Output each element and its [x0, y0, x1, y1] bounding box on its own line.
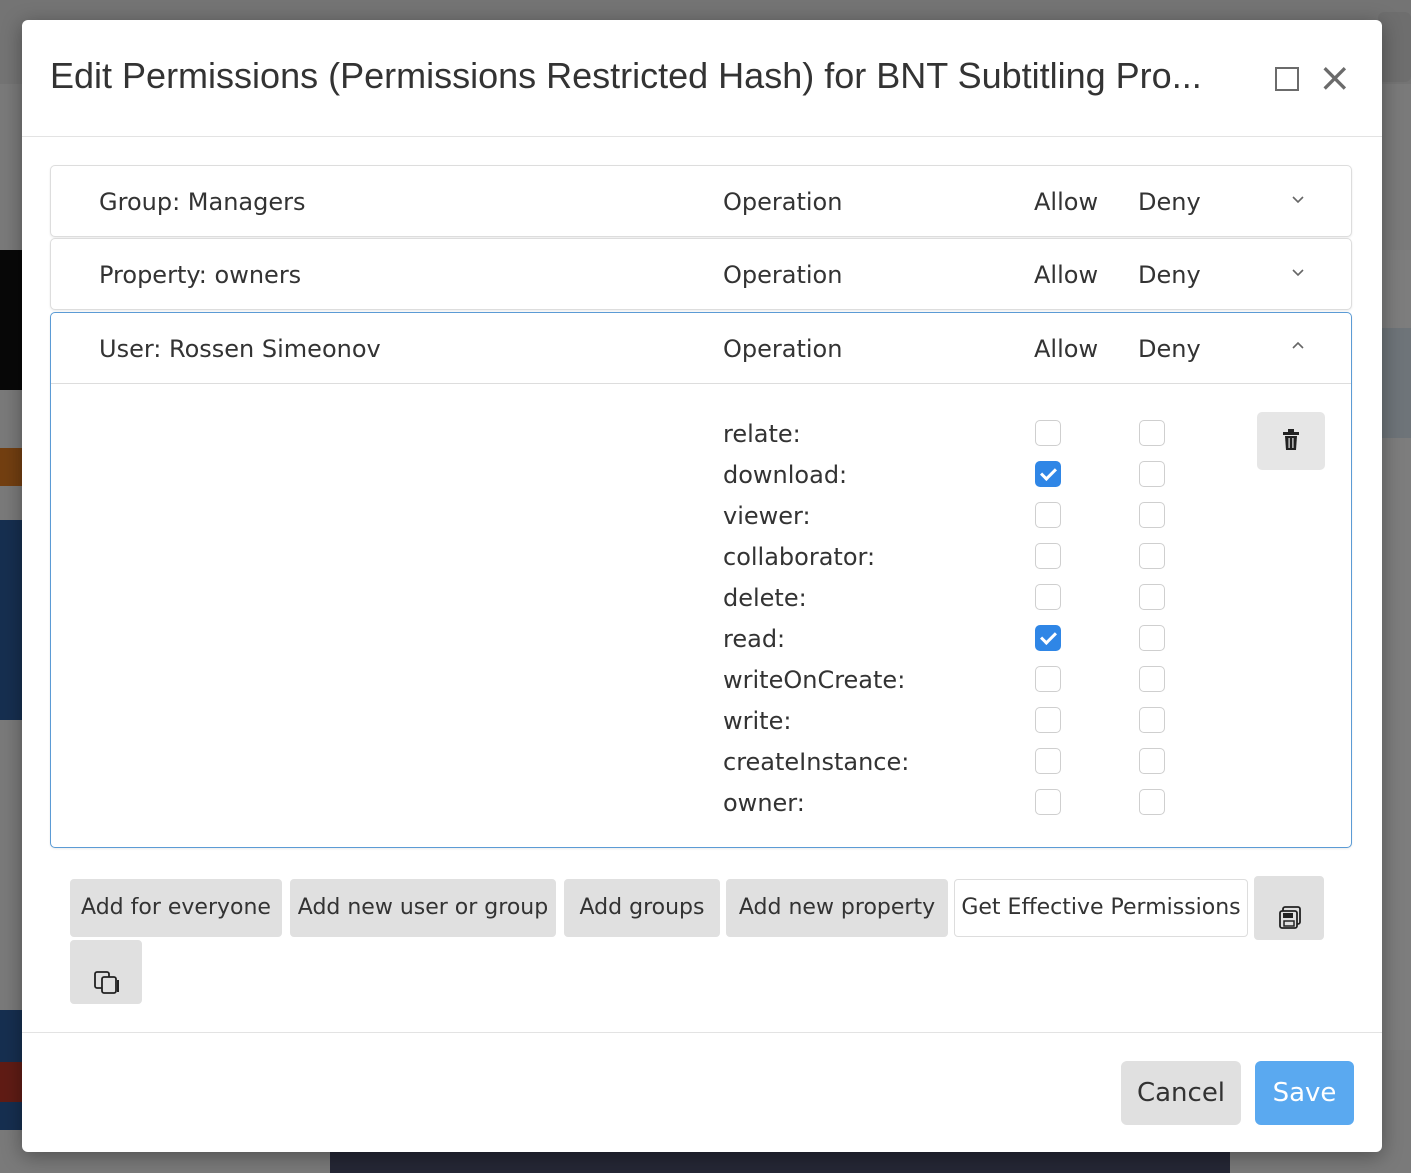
footer-divider: [22, 1032, 1382, 1033]
chevron-up-icon[interactable]: [1287, 335, 1309, 357]
add-groups-button[interactable]: Add groups: [564, 879, 720, 937]
chevron-down-icon[interactable]: [1287, 188, 1309, 210]
operation-header: Operation: [723, 188, 843, 216]
permission-row: viewer:: [51, 502, 1351, 543]
get-effective-permissions-button[interactable]: Get Effective Permissions: [954, 879, 1248, 937]
deny-checkbox[interactable]: [1139, 502, 1165, 528]
panel-header[interactable]: Property: owners Operation Allow Deny: [51, 239, 1351, 309]
deny-checkbox[interactable]: [1139, 461, 1165, 487]
deny-checkbox[interactable]: [1139, 543, 1165, 569]
panel-user-rossen-simeonov[interactable]: User: Rossen Simeonov Operation Allow De…: [50, 312, 1352, 848]
allow-header: Allow: [1034, 335, 1099, 363]
allow-checkbox[interactable]: [1035, 625, 1061, 651]
modal-header: Edit Permissions (Permissions Restricted…: [22, 20, 1382, 137]
deny-checkbox[interactable]: [1139, 707, 1165, 733]
permission-name: collaborator:: [723, 543, 876, 571]
allow-checkbox[interactable]: [1035, 543, 1061, 569]
add-for-everyone-button[interactable]: Add for everyone: [70, 879, 282, 937]
allow-checkbox[interactable]: [1035, 420, 1061, 446]
deny-checkbox[interactable]: [1139, 748, 1165, 774]
permission-name: relate:: [723, 420, 801, 448]
permission-name: viewer:: [723, 502, 811, 530]
chevron-down-icon[interactable]: [1287, 261, 1309, 283]
panel-property-owners[interactable]: Property: owners Operation Allow Deny: [50, 238, 1352, 310]
save-all-button[interactable]: [1254, 876, 1324, 940]
permission-row: relate:: [51, 420, 1351, 461]
permission-row: read:: [51, 625, 1351, 666]
modal-title: Edit Permissions (Permissions Restricted…: [50, 55, 1202, 96]
deny-checkbox[interactable]: [1139, 625, 1165, 651]
allow-header: Allow: [1034, 188, 1099, 216]
permissions-body: relate: download: viewer: collaborator: dele…: [51, 383, 1351, 848]
deny-checkbox[interactable]: [1139, 789, 1165, 815]
add-user-or-group-button[interactable]: Add new user or group: [290, 879, 556, 937]
panel-header[interactable]: User: Rossen Simeonov Operation Allow De…: [51, 313, 1351, 383]
permission-row: delete:: [51, 584, 1351, 625]
deny-checkbox[interactable]: [1139, 420, 1165, 446]
permission-name: createInstance:: [723, 748, 910, 776]
close-icon[interactable]: ×: [1318, 58, 1352, 98]
cancel-button[interactable]: Cancel: [1121, 1061, 1241, 1125]
copy-icon: [94, 961, 120, 1017]
panel-label: Property: owners: [99, 261, 302, 289]
deny-checkbox[interactable]: [1139, 666, 1165, 692]
permission-row: write:: [51, 707, 1351, 748]
floppy-disks-icon: [1278, 896, 1302, 952]
panel-group-managers[interactable]: Group: Managers Operation Allow Deny: [50, 165, 1352, 237]
operation-header: Operation: [723, 335, 843, 363]
permission-row: download:: [51, 461, 1351, 502]
allow-checkbox[interactable]: [1035, 707, 1061, 733]
panel-label: User: Rossen Simeonov: [99, 335, 381, 363]
operation-header: Operation: [723, 261, 843, 289]
allow-header: Allow: [1034, 261, 1099, 289]
allow-checkbox[interactable]: [1035, 666, 1061, 692]
panel-label: Group: Managers: [99, 188, 306, 216]
edit-permissions-modal: Edit Permissions (Permissions Restricted…: [22, 20, 1382, 1152]
permission-name: write:: [723, 707, 792, 735]
permission-row: owner:: [51, 789, 1351, 830]
permission-name: writeOnCreate:: [723, 666, 906, 694]
allow-checkbox[interactable]: [1035, 789, 1061, 815]
permission-row: collaborator:: [51, 543, 1351, 584]
permission-row: createInstance:: [51, 748, 1351, 789]
copy-button[interactable]: [70, 940, 142, 1004]
deny-checkbox[interactable]: [1139, 584, 1165, 610]
permission-row: writeOnCreate:: [51, 666, 1351, 707]
permission-name: download:: [723, 461, 848, 489]
maximize-icon[interactable]: [1275, 67, 1299, 91]
save-button[interactable]: Save: [1255, 1061, 1354, 1125]
deny-header: Deny: [1138, 261, 1201, 289]
permission-name: owner:: [723, 789, 805, 817]
allow-checkbox[interactable]: [1035, 461, 1061, 487]
deny-header: Deny: [1138, 335, 1201, 363]
permission-name: read:: [723, 625, 786, 653]
deny-header: Deny: [1138, 188, 1201, 216]
add-property-button[interactable]: Add new property: [726, 879, 948, 937]
permission-name: delete:: [723, 584, 807, 612]
allow-checkbox[interactable]: [1035, 502, 1061, 528]
allow-checkbox[interactable]: [1035, 584, 1061, 610]
allow-checkbox[interactable]: [1035, 748, 1061, 774]
panel-header[interactable]: Group: Managers Operation Allow Deny: [51, 166, 1351, 236]
